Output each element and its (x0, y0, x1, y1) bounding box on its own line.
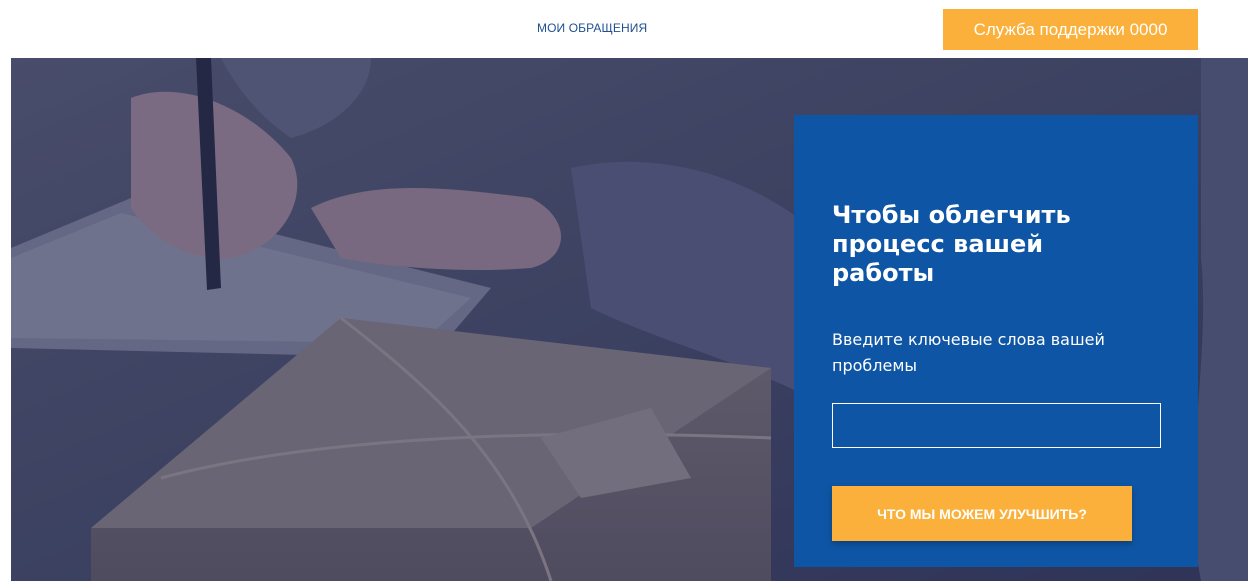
improve-button[interactable]: ЧТО МЫ МОЖЕМ УЛУЧШИТЬ? (832, 486, 1132, 541)
support-button[interactable]: Служба поддержки 0000 (943, 9, 1198, 50)
keywords-input[interactable] (832, 403, 1161, 448)
my-requests-link[interactable]: МОИ ОБРАЩЕНИЯ (537, 21, 647, 35)
panel-title: Чтобы облегчить процесс вашей работы (832, 201, 1071, 287)
top-header: МОИ ОБРАЩЕНИЯ Служба поддержки 0000 (0, 0, 1248, 58)
panel-subtitle: Введите ключевые слова вашей проблемы (832, 330, 1105, 375)
search-panel: Чтобы облегчить процесс вашей работы Вве… (794, 115, 1198, 567)
